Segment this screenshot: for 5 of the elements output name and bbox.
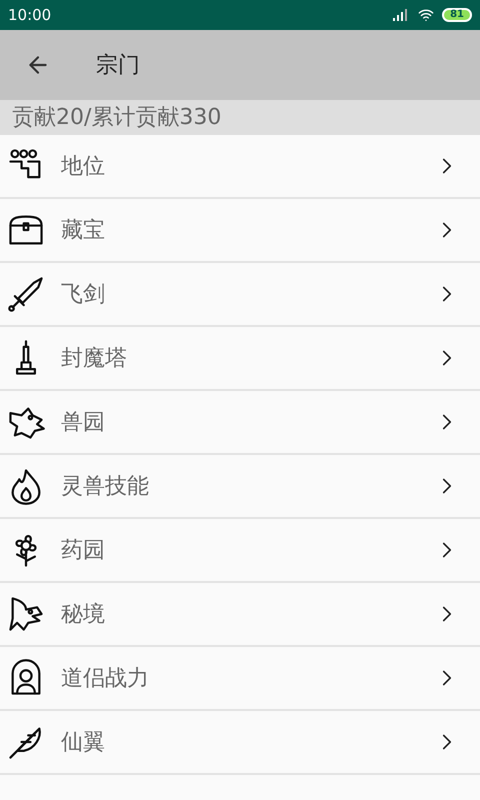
status-time: 10:00 — [8, 4, 52, 26]
battery-indicator: 81 — [442, 8, 472, 22]
contribution-text: 贡献20/累计贡献330 — [12, 104, 222, 132]
page-title: 宗门 — [96, 52, 140, 80]
wifi-icon — [418, 7, 434, 23]
